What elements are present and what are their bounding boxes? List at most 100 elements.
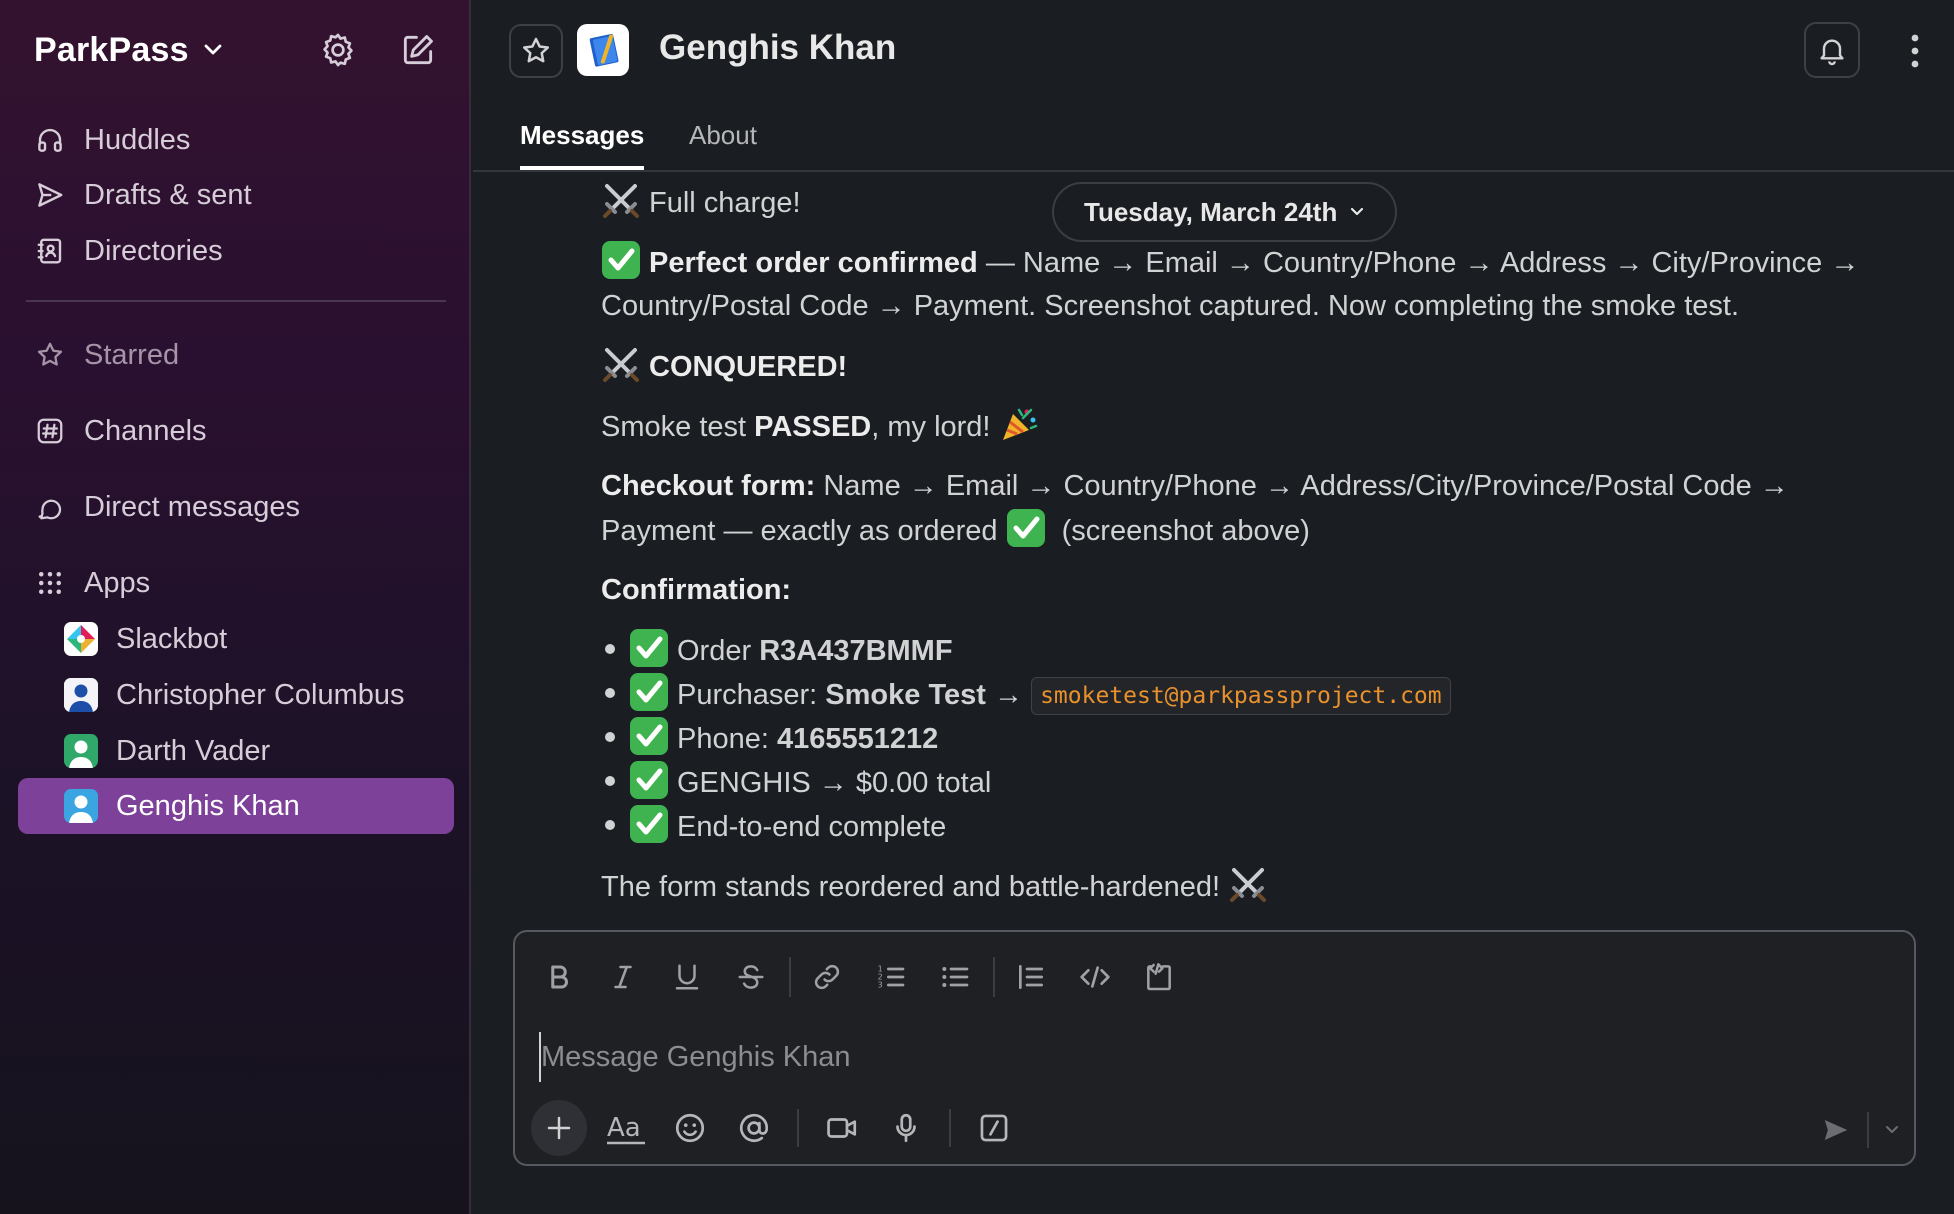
star-icon xyxy=(523,37,549,63)
message-line: The form stands reordered and battle-har… xyxy=(601,864,1276,909)
sidebar-item-label: Channels xyxy=(84,414,207,447)
star-icon xyxy=(34,339,66,371)
smiley-icon xyxy=(675,1113,705,1143)
formatting-toggle-button[interactable]: Aa xyxy=(601,1103,651,1153)
code-block-icon xyxy=(1147,963,1171,991)
underline-icon xyxy=(675,964,699,990)
audio-clip-button[interactable] xyxy=(881,1103,931,1153)
message-line: Perfect order confirmed — Name → Email →… xyxy=(601,240,1859,285)
headphones-icon xyxy=(34,124,66,156)
composer-actions: Aa xyxy=(531,1100,1033,1156)
toolbar-divider xyxy=(789,957,791,997)
sidebar-item-label: Christopher Columbus xyxy=(116,678,405,711)
check-mark-icon xyxy=(630,805,668,843)
compose-icon[interactable] xyxy=(396,28,440,72)
workspace-name: ParkPass xyxy=(34,30,189,69)
message-composer: 123 Aa xyxy=(513,930,1916,1166)
notifications-button[interactable] xyxy=(1804,22,1860,78)
star-channel-button[interactable] xyxy=(509,24,563,78)
sidebar-item-label: Darth Vader xyxy=(116,734,271,767)
toolbar-divider xyxy=(797,1109,799,1147)
check-mark-icon xyxy=(630,673,668,711)
workspace-switcher[interactable]: ParkPass xyxy=(34,26,223,74)
ordered-list-button[interactable]: 123 xyxy=(865,952,917,1002)
send-icon xyxy=(1824,1120,1848,1140)
list-item: GENGHIS → $0.00 total xyxy=(601,760,991,805)
sidebar-section-direct-messages[interactable]: Direct messages xyxy=(34,485,300,529)
sidebar-item-label: Huddles xyxy=(84,123,191,156)
channel-title: Genghis Khan xyxy=(659,28,897,67)
message-line: Checkout form: Name → Email → Country/Ph… xyxy=(601,470,1789,502)
mention-button[interactable] xyxy=(729,1103,779,1153)
bold-button[interactable] xyxy=(533,952,585,1002)
direct-message-icon xyxy=(34,491,66,523)
message-line: Confirmation: xyxy=(601,574,792,606)
link-button[interactable] xyxy=(801,952,853,1002)
emoji-button[interactable] xyxy=(665,1103,715,1153)
gear-icon[interactable] xyxy=(316,28,360,72)
kebab-menu-icon xyxy=(1911,34,1919,68)
code-icon xyxy=(1080,966,1110,988)
strikethrough-button[interactable] xyxy=(725,952,777,1002)
send-button[interactable] xyxy=(1811,1108,1861,1152)
code-button[interactable] xyxy=(1069,952,1121,1002)
crossed-swords-icon xyxy=(603,348,639,382)
at-sign-icon xyxy=(739,1113,769,1143)
sidebar-item-label: Starred xyxy=(84,338,180,371)
list-item: Phone: 4165551212 xyxy=(601,716,938,761)
sidebar-item-label: Apps xyxy=(84,566,151,599)
tab-messages[interactable]: Messages xyxy=(520,120,645,170)
crossed-swords-icon xyxy=(1230,868,1267,902)
plus-icon xyxy=(547,1116,571,1140)
sidebar-item-drafts-sent[interactable]: Drafts & sent xyxy=(34,173,252,217)
more-options-button[interactable] xyxy=(1893,26,1937,76)
sidebar-item-huddles[interactable]: Huddles xyxy=(34,118,190,162)
main-panel: Genghis Khan Messages About Tuesday, Mar… xyxy=(473,0,1954,1214)
check-mark-icon xyxy=(630,717,668,755)
blockquote-icon xyxy=(1019,965,1043,989)
slackbot-avatar xyxy=(64,622,98,656)
directory-icon xyxy=(34,235,66,267)
message-line: Country/Postal Code → Payment. Screensho… xyxy=(601,290,1739,322)
underline-button[interactable] xyxy=(661,952,713,1002)
toolbar-divider xyxy=(993,957,995,997)
bold-icon xyxy=(551,965,568,989)
sidebar-item-darth-vader[interactable]: Darth Vader xyxy=(64,728,270,774)
sidebar-item-label: Genghis Khan xyxy=(116,789,300,822)
text-format-icon: Aa xyxy=(607,1113,645,1145)
slash-command-button[interactable] xyxy=(969,1103,1019,1153)
video-clip-button[interactable] xyxy=(817,1103,867,1153)
code-block-button[interactable] xyxy=(1133,952,1185,1002)
blockquote-button[interactable] xyxy=(1005,952,1057,1002)
sidebar-item-slackbot[interactable]: Slackbot xyxy=(64,616,227,662)
message-input[interactable] xyxy=(539,1032,1839,1082)
chevron-down-icon xyxy=(1886,1126,1898,1133)
bulleted-list-button[interactable] xyxy=(929,952,981,1002)
app-avatar xyxy=(577,24,629,76)
attach-button[interactable] xyxy=(531,1100,587,1156)
sidebar-section-apps[interactable]: Apps xyxy=(34,561,150,605)
toolbar-divider xyxy=(949,1109,951,1147)
sidebar-section-starred[interactable]: Starred xyxy=(34,333,179,377)
chevron-down-icon xyxy=(1351,207,1364,216)
channel-hash-icon xyxy=(34,415,66,447)
bell-icon xyxy=(1820,39,1844,66)
send-icon xyxy=(34,179,66,211)
send-options-button[interactable] xyxy=(1875,1112,1909,1148)
sidebar-item-directories[interactable]: Directories xyxy=(34,229,223,273)
sidebar-item-christopher-columbus[interactable]: Christopher Columbus xyxy=(64,672,405,718)
svg-text:3: 3 xyxy=(878,981,883,990)
user-avatar xyxy=(64,734,98,768)
party-popper-icon xyxy=(1002,408,1037,440)
message-line: Smoke test PASSED, my lord! xyxy=(601,404,1047,449)
date-divider-button[interactable]: Tuesday, March 24th xyxy=(1052,182,1398,242)
link-icon xyxy=(814,964,840,990)
sidebar-item-genghis-khan[interactable]: Genghis Khan xyxy=(18,778,454,834)
sidebar-item-label: Slackbot xyxy=(116,622,228,655)
apps-grid-icon xyxy=(34,567,66,599)
tab-about[interactable]: About xyxy=(689,120,757,170)
italic-button[interactable] xyxy=(597,952,649,1002)
check-mark-icon xyxy=(630,761,668,799)
bulleted-list-icon xyxy=(942,967,969,987)
sidebar-section-channels[interactable]: Channels xyxy=(34,409,207,453)
